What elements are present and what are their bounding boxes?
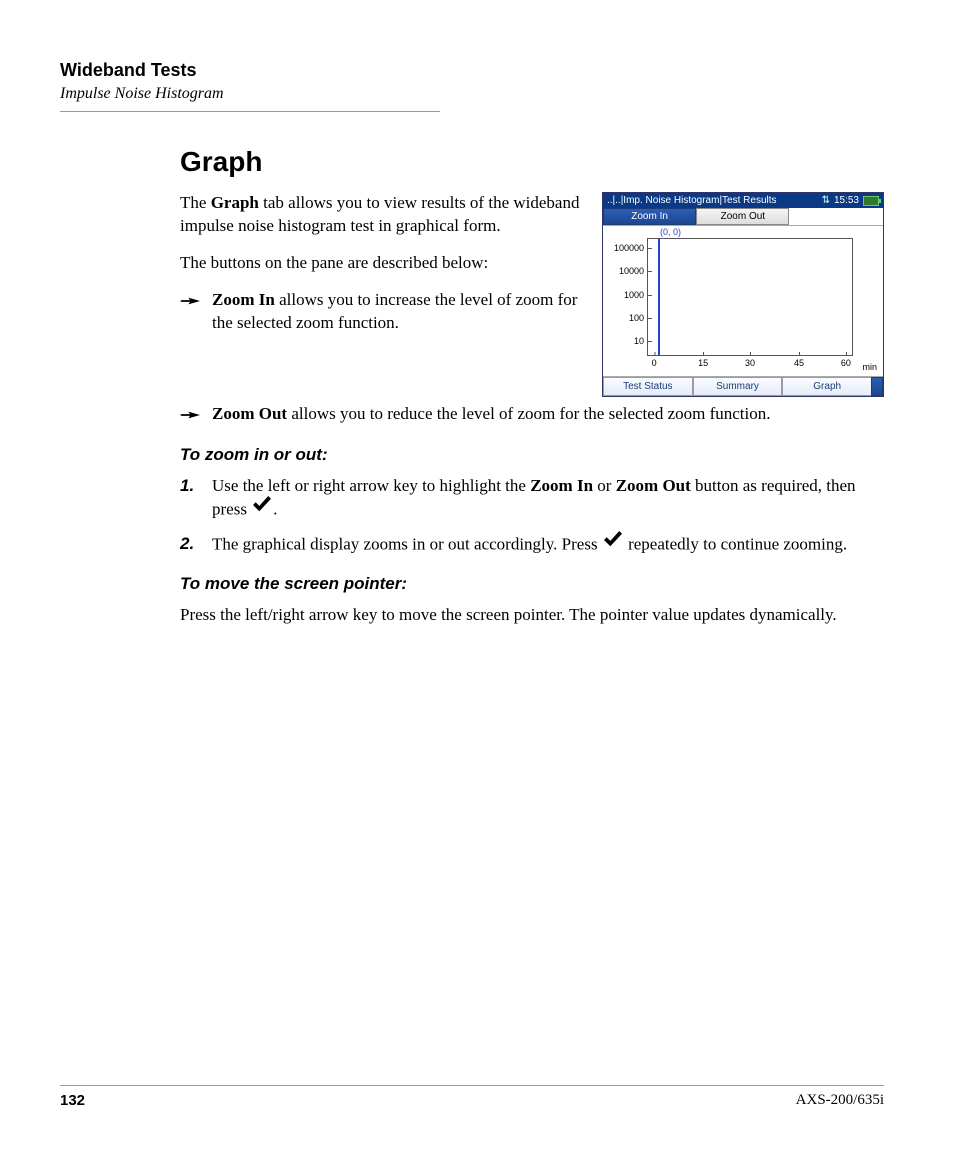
bullet-body: Zoom Out allows you to reduce the level … <box>212 403 884 426</box>
bullet-zoom-out: Zoom Out allows you to reduce the level … <box>180 403 884 429</box>
page-header: Wideband Tests Impulse Noise Histogram <box>60 60 884 112</box>
zoom-out-label: Zoom Out <box>212 404 287 423</box>
bullet-zoom-in: Zoom In allows you to increase the level… <box>180 289 584 335</box>
chart-plot-area: (0, 0) 100000 10000 1000 100 10 0 15 30 … <box>647 238 853 356</box>
x-tick: 30 <box>745 355 755 368</box>
procedure-heading-zoom: To zoom in or out: <box>180 445 884 465</box>
x-tick: 60 <box>841 355 851 368</box>
content-area: The Graph tab allows you to view results… <box>180 192 884 627</box>
text: Use the left or right arrow key to highl… <box>212 476 530 495</box>
header-rule <box>60 111 440 112</box>
text: The <box>180 193 211 212</box>
device-chart: (0, 0) 100000 10000 1000 100 10 0 15 30 … <box>603 226 883 376</box>
zoom-in-label: Zoom In <box>212 290 275 309</box>
arrow-icon <box>180 292 204 315</box>
text: allows you to reduce the level of zoom f… <box>287 404 770 423</box>
x-tick: 15 <box>698 355 708 368</box>
section-title: Graph <box>180 146 884 178</box>
step-1: 1. Use the left or right arrow key to hi… <box>180 475 884 523</box>
chart-cursor-label: (0, 0) <box>660 227 681 237</box>
text: . <box>273 499 277 518</box>
bullet-body: Zoom In allows you to increase the level… <box>212 289 584 335</box>
device-screenshot: ..|..|Imp. Noise Histogram|Test Results … <box>602 192 884 397</box>
step-marker: 1. <box>180 475 206 498</box>
y-tick: 10000 <box>619 266 648 276</box>
check-icon <box>602 531 624 556</box>
step-body: Use the left or right arrow key to highl… <box>212 475 884 523</box>
step-body: The graphical display zooms in or out ac… <box>212 533 884 558</box>
page-footer: 132 AXS-200/635i <box>60 1085 884 1109</box>
signal-icon: ⇅ <box>822 195 830 206</box>
device-titlebar: ..|..|Imp. Noise Histogram|Test Results … <box>603 193 883 208</box>
header-subtitle: Impulse Noise Histogram <box>60 85 884 103</box>
battery-icon <box>863 196 879 206</box>
zoom-in-button[interactable]: Zoom In <box>603 208 696 225</box>
x-tick: 45 <box>794 355 804 368</box>
tab-test-status[interactable]: Test Status <box>603 377 693 396</box>
page-number: 132 <box>60 1092 85 1109</box>
arrow-icon <box>180 406 204 429</box>
x-axis-unit: min <box>862 362 877 372</box>
device-title-text: ..|..|Imp. Noise Histogram|Test Results <box>607 195 777 206</box>
text: The graphical display zooms in or out ac… <box>212 534 602 553</box>
intro-paragraph-2: The buttons on the pane are described be… <box>180 252 584 275</box>
y-tick: 1000 <box>624 290 648 300</box>
tab-active-indicator <box>871 377 883 396</box>
device-time: 15:53 <box>834 195 859 206</box>
zoom-out-button[interactable]: Zoom Out <box>696 208 789 225</box>
pointer-text: Press the left/right arrow key to move t… <box>180 604 884 627</box>
tab-graph[interactable]: Graph <box>782 377 871 396</box>
device-tab-bar: Test Status Summary Graph <box>603 376 883 396</box>
procedure-heading-pointer: To move the screen pointer: <box>180 574 884 594</box>
bullet-list: Zoom In allows you to increase the level… <box>180 289 584 335</box>
device-toolbar: Zoom In Zoom Out <box>603 208 883 226</box>
intro-text-column: The Graph tab allows you to view results… <box>180 192 584 345</box>
zoom-in-bold: Zoom In <box>530 476 593 495</box>
text: or <box>593 476 616 495</box>
footer-rule <box>60 1085 884 1086</box>
zoom-out-bold: Zoom Out <box>616 476 691 495</box>
y-tick: 100000 <box>614 243 648 253</box>
intro-paragraph-1: The Graph tab allows you to view results… <box>180 192 584 238</box>
x-tick: 0 <box>652 355 657 368</box>
text: repeatedly to continue zooming. <box>624 534 847 553</box>
model-number: AXS-200/635i <box>796 1092 884 1109</box>
graph-label-bold: Graph <box>211 193 259 212</box>
tab-summary[interactable]: Summary <box>693 377 783 396</box>
toolbar-spacer <box>789 208 882 225</box>
check-icon <box>251 496 273 521</box>
chart-cursor-line <box>658 239 660 355</box>
y-tick: 10 <box>634 336 648 346</box>
step-2: 2. The graphical display zooms in or out… <box>180 533 884 558</box>
header-title: Wideband Tests <box>60 60 884 81</box>
y-tick: 100 <box>629 313 648 323</box>
step-marker: 2. <box>180 533 206 556</box>
